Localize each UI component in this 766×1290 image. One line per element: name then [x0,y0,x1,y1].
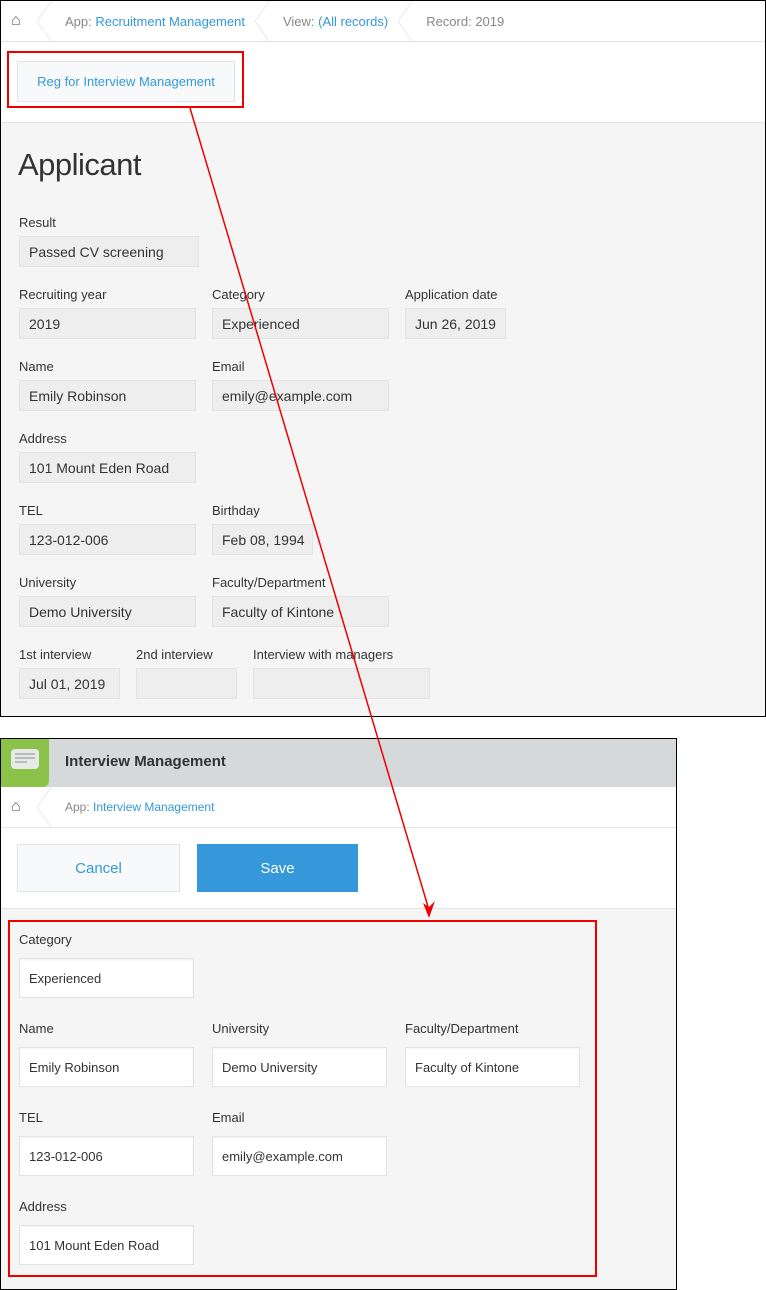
annotation-arrow [189,107,435,918]
arrow-head [423,901,435,918]
arrow-line [189,107,430,911]
